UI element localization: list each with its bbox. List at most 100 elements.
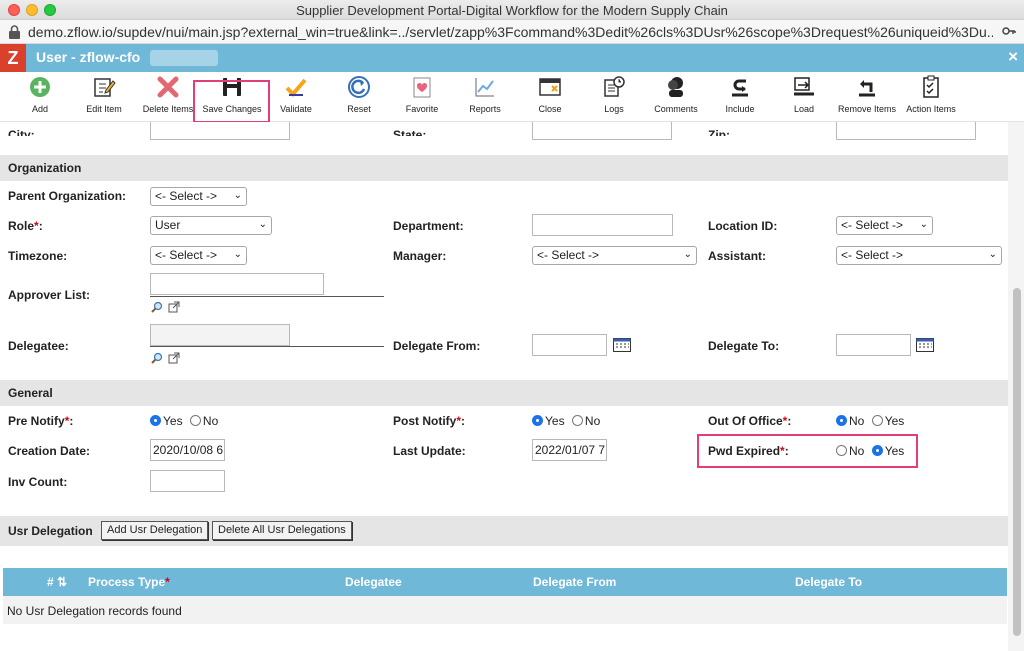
delegatee-input[interactable] [150, 324, 290, 346]
page-title: User - zflow-cfo [36, 49, 141, 65]
reports-icon [475, 78, 494, 97]
manager-select[interactable]: <- Select -> ⌄ [532, 246, 697, 265]
chevron-down-icon: ⌄ [233, 190, 242, 201]
creation-date-label: Creation Date: [8, 444, 91, 458]
logs-button[interactable]: Logs [600, 75, 628, 114]
out-of-office-label: Out Of Office*: [708, 414, 792, 428]
close-button[interactable]: Close [535, 75, 565, 114]
out-of-office-no-radio[interactable] [836, 415, 847, 426]
lock-icon [9, 25, 20, 39]
reports-button[interactable]: Reports [466, 75, 504, 114]
add-usr-delegation-button[interactable]: Add Usr Delegation [101, 521, 209, 540]
load-button[interactable]: Load [789, 75, 819, 114]
column-header-delegate-from[interactable]: Delegate From [533, 575, 616, 589]
assistant-label: Assistant: [708, 249, 767, 263]
location-id-select[interactable]: <- Select -> ⌄ [836, 216, 933, 235]
action-items-button[interactable]: Action Items [904, 75, 958, 114]
delete-all-usr-delegations-button[interactable]: Delete All Usr Delegations [212, 521, 352, 540]
search-icon[interactable] [151, 301, 163, 313]
state-input[interactable] [532, 122, 672, 140]
external-link-icon[interactable] [168, 352, 180, 364]
external-link-icon[interactable] [168, 301, 180, 313]
approver-list-input[interactable] [150, 273, 324, 295]
close-icon[interactable]: × [1008, 47, 1018, 67]
chevron-down-icon: ⌄ [988, 249, 997, 260]
pre-notify-yes-radio[interactable] [150, 415, 161, 426]
divider [150, 346, 384, 347]
zip-label: Zip: [708, 128, 730, 136]
url-text[interactable]: demo.zflow.io/supdev/nui/main.jsp?extern… [28, 24, 993, 40]
pre-notify-label: Pre Notify*: [8, 414, 74, 428]
delegate-to-input[interactable] [836, 334, 911, 356]
role-label: Role*: [8, 219, 43, 233]
approver-list-label: Approver List: [8, 288, 91, 302]
manager-label: Manager: [393, 249, 447, 263]
empty-message: No Usr Delegation records found [7, 604, 182, 618]
toolbar: Add Edit Item Delete Items Save Changes … [0, 72, 1024, 122]
search-icon[interactable] [151, 352, 163, 364]
last-update-label: Last Update: [393, 444, 466, 458]
comments-button[interactable]: Comments [652, 75, 700, 114]
parent-organization-select[interactable]: <- Select -> ⌄ [150, 187, 247, 206]
post-notify-no-radio[interactable] [571, 415, 583, 426]
remove-items-button[interactable]: Remove Items [836, 75, 898, 114]
delegation-table-header: # ⇅ Process Type* Delegatee Delegate Fro… [3, 568, 1007, 596]
delegate-from-input[interactable] [532, 334, 607, 356]
calendar-icon[interactable] [613, 338, 631, 352]
timezone-select[interactable]: <- Select -> ⌄ [150, 246, 247, 265]
pre-notify-no-radio[interactable] [189, 415, 201, 426]
reset-button[interactable]: Reset [343, 75, 375, 114]
inv-count-label: Inv Count: [8, 475, 68, 489]
sort-icon[interactable]: ⇅ [57, 575, 67, 589]
calendar-icon[interactable] [916, 338, 934, 352]
edit-icon [94, 78, 116, 97]
organization-section-header: Organization [0, 155, 1008, 181]
delegate-from-label: Delegate From: [393, 339, 481, 353]
divider [150, 296, 384, 297]
favorite-icon [413, 77, 431, 98]
pre-notify-radio-group: Yes No [150, 414, 222, 428]
role-select[interactable]: User ⌄ [150, 216, 272, 235]
assistant-select[interactable]: <- Select -> ⌄ [836, 246, 1002, 265]
column-header-process-type[interactable]: Process Type* [88, 575, 170, 589]
logs-icon [604, 76, 625, 97]
general-section-header: General [0, 380, 1008, 406]
timezone-label: Timezone: [8, 249, 68, 263]
add-button[interactable]: Add [25, 75, 55, 114]
inv-count-input[interactable] [150, 470, 225, 492]
window-title: Supplier Development Portal-Digital Work… [296, 3, 728, 18]
key-icon[interactable] [1002, 25, 1016, 37]
delete-icon [157, 76, 179, 98]
post-notify-yes-radio[interactable] [532, 415, 543, 426]
chevron-down-icon: ⌄ [919, 219, 928, 230]
city-input[interactable] [150, 122, 290, 140]
delete-items-button[interactable]: Delete Items [140, 75, 196, 114]
location-id-label: Location ID: [708, 219, 778, 233]
checkmark-icon [285, 78, 307, 97]
chevron-down-icon: ⌄ [683, 249, 692, 260]
favorite-button[interactable]: Favorite [403, 75, 441, 114]
pwd-expired-highlight [697, 434, 918, 468]
creation-date-input[interactable]: 2020/10/08 6 [150, 439, 225, 461]
zflow-logo: Z [0, 44, 26, 72]
column-header-number[interactable]: # ⇅ [47, 575, 67, 589]
post-notify-radio-group: Yes No [532, 414, 604, 428]
out-of-office-yes-radio[interactable] [871, 415, 883, 426]
zip-input[interactable] [836, 122, 976, 140]
department-input[interactable] [532, 214, 673, 236]
reset-icon [348, 76, 370, 98]
include-button[interactable]: Include [722, 75, 758, 114]
last-update-input[interactable]: 2022/01/07 7 [532, 439, 607, 461]
save-changes-highlight [193, 80, 270, 123]
delegate-to-label: Delegate To: [708, 339, 780, 353]
department-label: Department: [393, 219, 464, 233]
column-header-delegatee[interactable]: Delegatee [345, 575, 402, 589]
table-empty-row: No Usr Delegation records found [3, 596, 1007, 624]
column-header-delegate-to[interactable]: Delegate To [795, 575, 862, 589]
validate-button[interactable]: Validate [278, 75, 314, 114]
edit-item-button[interactable]: Edit Item [83, 75, 125, 114]
close-window-icon [539, 78, 561, 96]
scrollbar-thumb[interactable] [1013, 288, 1021, 636]
remove-icon [859, 80, 875, 97]
chevron-down-icon: ⌄ [233, 249, 242, 260]
